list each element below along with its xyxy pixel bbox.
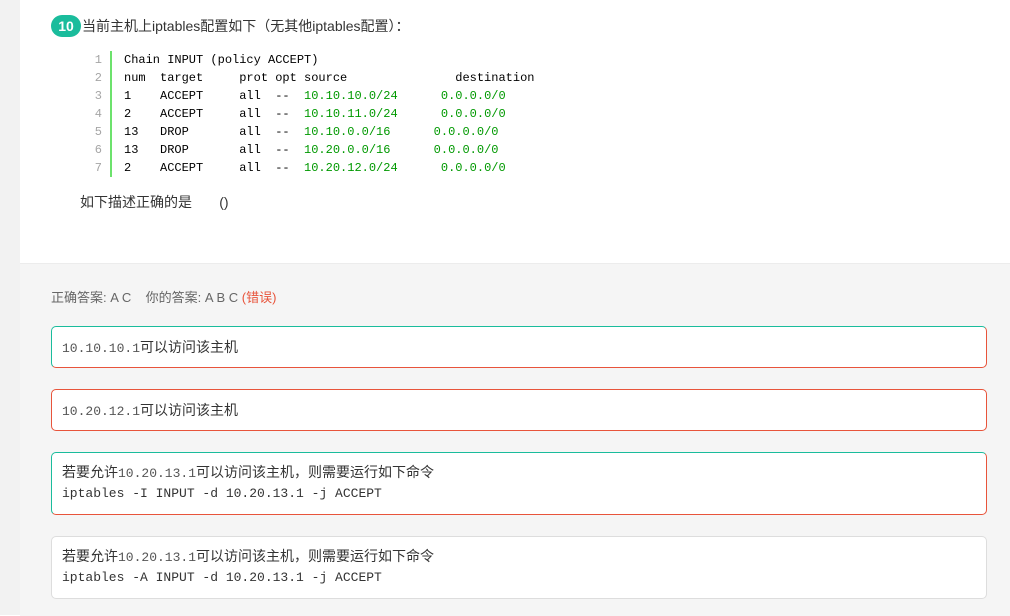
answer-summary: 正确答案: A C 你的答案: A B C (错误): [51, 287, 276, 306]
code-line: 2 ACCEPT all -- 10.10.11.0/24 0.0.0.0/0: [124, 105, 534, 123]
code-line: 1 ACCEPT all -- 10.10.10.0/24 0.0.0.0/0: [124, 87, 534, 105]
line-number: 3: [94, 89, 102, 103]
your-answer-label: 你的答案:: [145, 290, 202, 305]
line-number: 4: [94, 107, 102, 121]
destination-ip: 0.0.0.0/0: [397, 161, 506, 175]
option-prefix: 若要允许: [62, 464, 118, 480]
option-a[interactable]: 10.10.10.1可以访问该主机: [51, 326, 987, 368]
option-d[interactable]: 若要允许10.20.13.1可以访问该主机，则需要运行如下命令 iptables…: [51, 536, 987, 599]
line-number-gutter: 1 2 3 4 5 6 7: [88, 51, 112, 177]
code-line: 2 ACCEPT all -- 10.20.12.0/24 0.0.0.0/0: [124, 159, 534, 177]
answer-area: 正确答案: A C 你的答案: A B C (错误) 10.10.10.1可以访…: [20, 263, 1010, 616]
left-margin: [0, 0, 20, 615]
code-text: 2 ACCEPT all --: [124, 161, 305, 175]
question-text: 当前主机上iptables配置如下（无其他iptables配置）：: [82, 18, 410, 34]
code-line: 13 DROP all -- 10.20.0.0/16 0.0.0.0/0: [124, 141, 534, 159]
code-line: Chain INPUT (policy ACCEPT): [124, 51, 534, 69]
code-text: 13 DROP all --: [124, 143, 305, 157]
code-line: num target prot opt source destination: [124, 69, 534, 87]
destination-ip: 0.0.0.0/0: [397, 89, 506, 103]
answer-status: (错误): [241, 290, 277, 305]
option-c[interactable]: 若要允许10.20.13.1可以访问该主机，则需要运行如下命令 iptables…: [51, 452, 987, 515]
line-number: 1: [94, 53, 102, 67]
code-text: 2 ACCEPT all --: [124, 107, 305, 121]
code-block: 1 2 3 4 5 6 7 Chain INPUT (policy ACCEPT…: [88, 51, 534, 177]
option-ip: 10.20.13.1: [118, 466, 197, 481]
source-ip: 10.10.0.0/16: [304, 125, 391, 139]
correct-answer-label: 正确答案:: [51, 290, 107, 305]
option-command: iptables -I INPUT -d 10.20.13.1 -j ACCEP…: [62, 486, 382, 501]
source-ip: 10.20.0.0/16: [304, 143, 391, 157]
option-text: 可以访问该主机: [140, 339, 239, 355]
question-card: 10 当前主机上iptables配置如下（无其他iptables配置）： 1 2…: [20, 0, 1010, 263]
option-ip: 10.20.13.1: [118, 550, 197, 565]
destination-ip: 0.0.0.0/0: [397, 107, 506, 121]
question-number-badge: 10: [51, 15, 81, 37]
option-text: 可以访问该主机，则需要运行如下命令: [196, 548, 435, 564]
code-text: Chain INPUT (policy ACCEPT): [124, 53, 319, 67]
source-ip: 10.10.11.0/24: [304, 107, 398, 121]
option-ip: 10.10.10.1: [62, 341, 141, 356]
question-header: 10 当前主机上iptables配置如下（无其他iptables配置）：: [51, 15, 410, 37]
code-line: 13 DROP all -- 10.10.0.0/16 0.0.0.0/0: [124, 123, 534, 141]
code-text: 13 DROP all --: [124, 125, 305, 139]
destination-ip: 0.0.0.0/0: [390, 143, 499, 157]
line-number: 7: [94, 161, 102, 175]
source-ip: 10.10.10.0/24: [304, 89, 398, 103]
option-text: 可以访问该主机，则需要运行如下命令: [196, 464, 435, 480]
option-ip: 10.20.12.1: [62, 404, 141, 419]
source-ip: 10.20.12.0/24: [304, 161, 398, 175]
option-text: 可以访问该主机: [140, 402, 239, 418]
line-number: 5: [94, 125, 102, 139]
line-number: 2: [94, 71, 102, 85]
destination-ip: 0.0.0.0/0: [390, 125, 499, 139]
line-number: 6: [94, 143, 102, 157]
code-lines: Chain INPUT (policy ACCEPT) num target p…: [112, 51, 534, 177]
your-answer-value: A B C: [204, 290, 239, 305]
code-text: 1 ACCEPT all --: [124, 89, 305, 103]
option-command: iptables -A INPUT -d 10.20.13.1 -j ACCEP…: [62, 570, 382, 585]
code-text: num target prot opt source destination: [124, 71, 535, 85]
option-b[interactable]: 10.20.12.1可以访问该主机: [51, 389, 987, 431]
question-prompt: 如下描述正确的是 (): [80, 194, 229, 210]
option-prefix: 若要允许: [62, 548, 118, 564]
correct-answer-value: A C: [110, 290, 132, 305]
